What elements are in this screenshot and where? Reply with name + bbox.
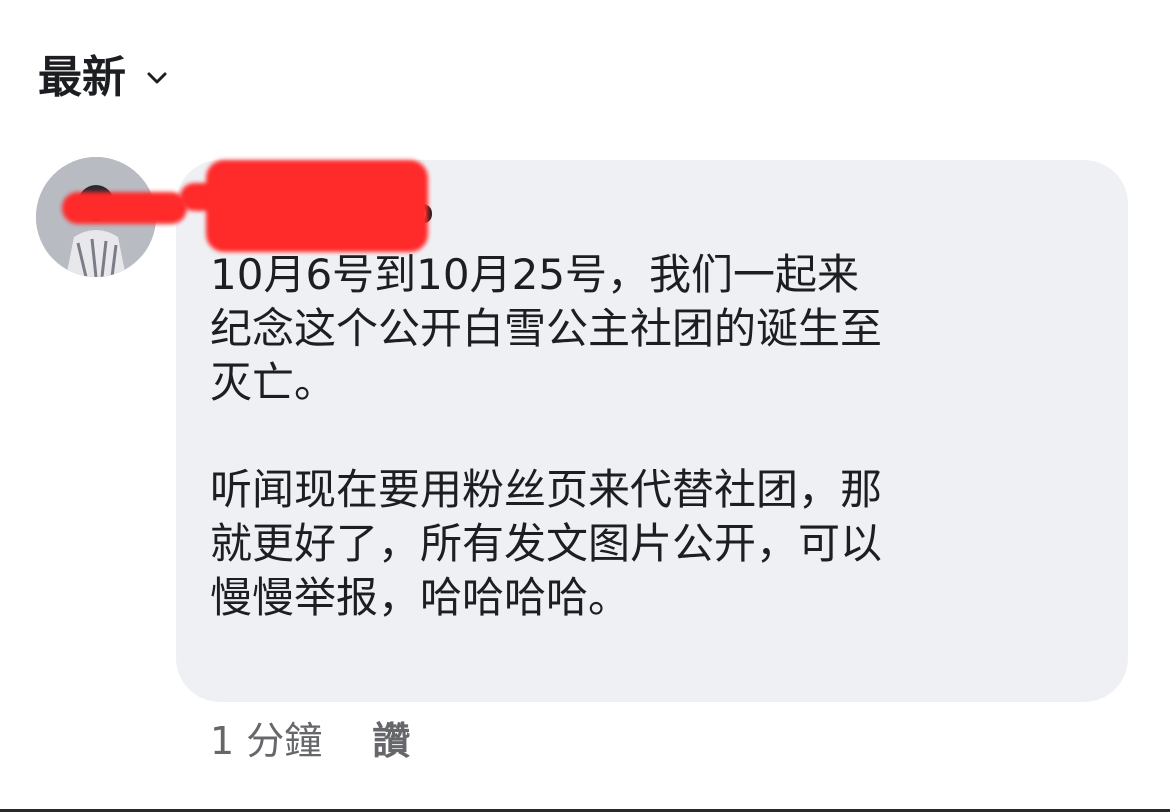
like-button[interactable]: 讚	[372, 722, 410, 760]
comment-meta: 1 分鐘 讚	[210, 722, 410, 760]
redaction-mark	[62, 192, 187, 224]
comment-body: 10月6号到10月25号，我们一起来 纪念这个公开白雪公主社团的诞生至 灭亡。 …	[210, 250, 883, 622]
sort-dropdown[interactable]: 最新	[38, 56, 168, 100]
redaction-mark	[206, 160, 428, 252]
comment-timestamp[interactable]: 1 分鐘	[210, 722, 322, 760]
sort-label: 最新	[38, 52, 126, 103]
chevron-down-icon	[147, 72, 167, 84]
